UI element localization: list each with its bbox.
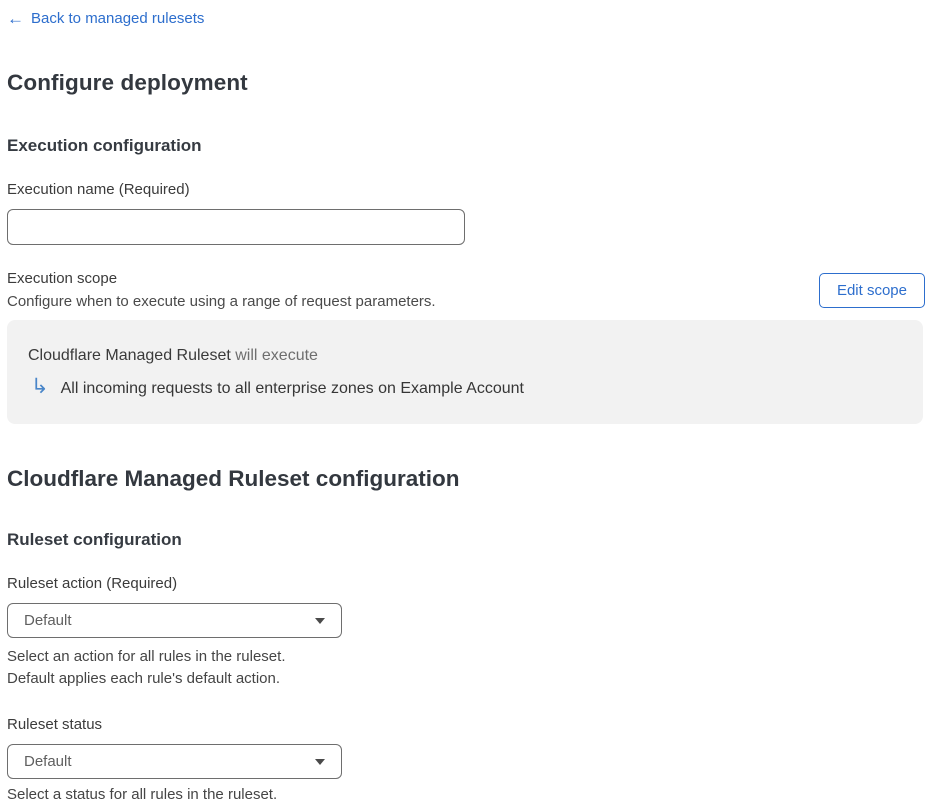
ruleset-configuration-subheading: Ruleset configuration	[7, 530, 182, 549]
scope-summary-will-execute: will execute	[230, 347, 318, 364]
ruleset-action-selected-value: Default	[24, 612, 72, 629]
execution-name-input[interactable]	[7, 209, 465, 245]
branch-arrow-icon: ↳	[31, 375, 49, 398]
ruleset-status-label: Ruleset status	[7, 716, 103, 733]
execution-scope-label: Execution scope	[7, 270, 118, 287]
scope-summary-target: All incoming requests to all enterprise …	[60, 379, 524, 397]
execution-name-label: Execution name (Required)	[7, 181, 190, 198]
edit-scope-button[interactable]: Edit scope	[818, 272, 925, 308]
execution-scope-text: Execution scope Configure when to execut…	[7, 270, 436, 310]
chevron-down-icon	[315, 617, 325, 624]
scope-summary-box: Cloudflare Managed Ruleset will execute …	[7, 320, 923, 424]
execution-configuration-heading: Execution configuration	[7, 136, 202, 155]
execution-scope-row: Execution scope Configure when to execut…	[7, 270, 925, 310]
ruleset-action-help: Select an action for all rules in the ru…	[7, 646, 925, 690]
scope-summary-ruleset-name: Cloudflare Managed Ruleset	[28, 347, 231, 364]
back-to-managed-rulesets-link[interactable]: ← Back to managed rulesets	[7, 10, 204, 27]
ruleset-status-selected-value: Default	[24, 753, 72, 770]
ruleset-action-help-line2: Default applies each rule's default acti…	[7, 670, 281, 687]
ruleset-action-label: Ruleset action (Required)	[7, 575, 178, 592]
ruleset-action-select[interactable]: Default	[7, 603, 342, 638]
scope-summary-line2: ↳ All incoming requests to all enterpris…	[28, 375, 903, 399]
back-link-label: Back to managed rulesets	[31, 10, 205, 27]
page-title: Configure deployment	[7, 70, 248, 95]
ruleset-action-help-line1: Select an action for all rules in the ru…	[7, 648, 286, 665]
ruleset-status-help: Select a status for all rules in the rul…	[7, 786, 278, 803]
ruleset-status-select[interactable]: Default	[7, 744, 342, 779]
configure-deployment-page: ← Back to managed rulesets Configure dep…	[0, 0, 931, 803]
back-arrow-icon: ←	[7, 9, 24, 28]
scope-summary-line1: Cloudflare Managed Ruleset will execute	[28, 347, 903, 365]
ruleset-configuration-section-heading: Cloudflare Managed Ruleset configuration	[7, 466, 460, 491]
chevron-down-icon	[315, 758, 325, 765]
execution-scope-description: Configure when to execute using a range …	[7, 293, 436, 310]
